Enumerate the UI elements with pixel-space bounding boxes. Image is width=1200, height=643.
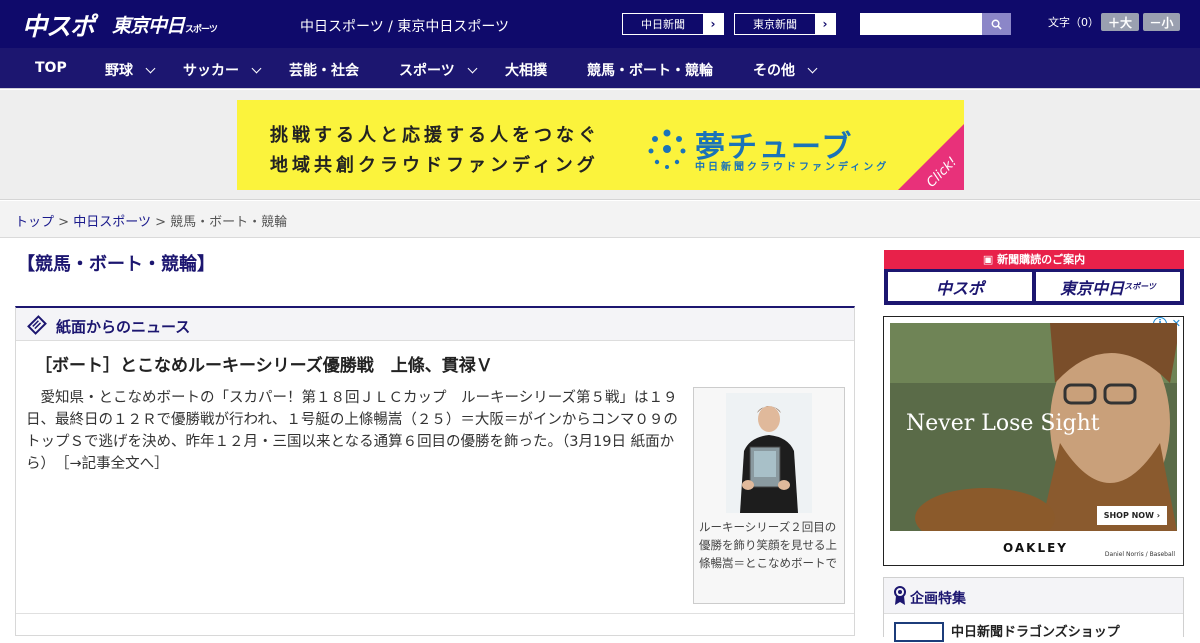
nav-item-label: 大相撲 [505,63,547,79]
nav-item-sports[interactable]: スポーツ [399,60,478,80]
breadcrumb-separator: > [58,215,70,230]
nav-item-label: 芸能・社会 [289,63,359,79]
nav-item-label: 野球 [105,63,133,79]
nav-item-racing[interactable]: 競馬・ボート・競輪 [587,60,713,80]
main-nav: TOP 野球 サッカー 芸能・社会 スポーツ 大相撲 競馬・ボート・競輪 その他 [0,48,1200,89]
site-title: 中日スポーツ / 東京中日スポーツ [300,19,510,35]
subscribe-tokyo-chunichi-button[interactable]: 東京中日 スポーツ [1036,272,1180,301]
news-section: 紙面からのニュース ［ボート］とこなめルーキーシリーズ優勝戦 上條、貫禄Ｖ 愛知… [15,306,855,636]
dots-logo-icon [648,129,686,169]
subscribe-tokyo-small: スポーツ [1124,282,1156,291]
chevron-down-icon [807,63,818,73]
tokyo-shimbun-link[interactable]: 東京新聞 › [734,13,836,35]
subscribe-tokyo-label: 東京中日 [1060,278,1125,298]
subscription-guide-title: 新聞購読のご案内 [997,253,1086,266]
nav-item-other[interactable]: その他 [753,60,818,80]
nav-item-entertainment[interactable]: 芸能・社会 [289,60,359,80]
subscription-guide-header: ▣ 新聞購読のご案内 [884,250,1184,269]
divider [16,613,854,614]
breadcrumb-current: 競馬・ボート・競輪 [170,215,288,230]
chevron-right-icon: › [703,14,723,34]
feature-item-link[interactable]: 中日新聞ドラゴンズショップ [951,621,1120,640]
chevron-down-icon [467,63,478,73]
banner-line1: 挑戦する人と応援する人をつなぐ [270,125,600,146]
breadcrumb-separator: > [155,215,166,230]
news-section-header: 紙面からのニュース [16,308,854,341]
ad-image: Never Lose Sight SHOP NOW › [890,323,1177,531]
ad-headline: Never Lose Sight [906,411,1100,436]
ad-brand-logo: OAKLEY [1003,541,1068,555]
article-title[interactable]: ［ボート］とこなめルーキーシリーズ優勝戦 上條、貫禄Ｖ [35,351,493,376]
chuspo-logo[interactable]: 中スポ [22,7,95,43]
read-more-link[interactable]: ［→記事全文へ］ [62,456,168,472]
nav-item-top[interactable]: TOP [35,60,67,76]
nav-item-label: 競馬・ボート・競輪 [587,63,713,79]
chevron-down-icon [251,63,262,73]
chevron-down-icon [145,63,156,73]
breadcrumb: トップ > 中日スポーツ > 競馬・ボート・競輪 [15,211,287,230]
feature-thumbnail[interactable] [894,622,944,642]
breadcrumb-home[interactable]: トップ [15,215,54,230]
nav-item-label: スポーツ [399,63,455,79]
category-title: 【競馬・ボート・競輪】 [17,254,215,275]
feature-section: 企画特集 中日新聞ドラゴンズショップ [883,577,1184,643]
font-size-label: 文字（0） [1048,16,1099,29]
chevron-right-icon: › [815,14,835,34]
search-input[interactable] [860,13,982,35]
article-summary: 愛知県・とこなめボートの「スカパー！第１８回ＪＬＣカップ ルーキーシリーズ第５戦… [26,387,686,475]
breadcrumb-section[interactable]: 中日スポーツ [73,215,151,230]
tokyo-shimbun-label: 東京新聞 [753,18,797,31]
award-icon [894,586,906,605]
ad-credit: Daniel Norris / Baseball [1104,551,1175,558]
racer-photo-illustration [726,393,812,513]
nav-item-baseball[interactable]: 野球 [105,60,156,80]
chunichi-shimbun-link[interactable]: 中日新聞 › [622,13,724,35]
sidebar-ad[interactable]: i ✕ Never Lose Sight SHOP NOW › OAKLEY D… [883,316,1184,566]
news-section-title: 紙面からのニュース [56,318,191,336]
newspaper-icon: ▣ [982,253,998,266]
feature-list: 中日新聞ドラゴンズショップ [884,613,1183,643]
subscription-guide: ▣ 新聞購読のご案内 中スポ 東京中日 スポーツ [884,250,1184,305]
breadcrumb-bar: トップ > 中日スポーツ > 競馬・ボート・競輪 [0,201,1200,238]
search-button[interactable] [982,13,1011,35]
ad-shop-now-button[interactable]: SHOP NOW › [1096,506,1167,525]
subscribe-chuspo-button[interactable]: 中スポ [888,272,1032,301]
article-photo[interactable] [726,393,812,513]
feature-section-title: 企画特集 [910,591,966,607]
yume-tube-banner-ad[interactable]: 挑戦する人と応援する人をつなぐ 地域共創クラウドファンディング 夢チューブ 中日… [237,100,964,190]
chunichi-shimbun-label: 中日新聞 [641,18,685,31]
nav-item-label: サッカー [183,63,239,79]
nav-item-label: その他 [753,63,795,79]
site-header: 中スポ 東京中日スポーツ 中日スポーツ / 東京中日スポーツ 中日新聞 › 東京… [0,0,1200,48]
nav-item-soccer[interactable]: サッカー [183,60,262,80]
font-size-increase-button[interactable]: ＋大 [1101,13,1139,31]
font-size-decrease-button[interactable]: －小 [1143,13,1180,31]
article-photo-box: ルーキーシリーズ２回目の優勝を飾り笑顔を見せる上條暢嵩＝とこなめボートで [693,387,845,604]
banner-line2: 地域共創クラウドファンディング [270,155,599,176]
banner-subtitle: 中日新聞クラウドファンディング [695,162,890,173]
nav-item-label: TOP [35,60,67,76]
photo-caption: ルーキーシリーズ２回目の優勝を飾り笑顔を見せる上條暢嵩＝とこなめボートで [699,520,837,570]
nav-item-sumo[interactable]: 大相撲 [505,60,547,80]
tokyo-logo-text: 東京中日 [112,15,185,37]
newspaper-icon [27,315,47,335]
search-icon [991,19,1002,30]
tokyo-logo-small: スポーツ [185,25,218,35]
tokyo-chunichi-logo[interactable]: 東京中日スポーツ [112,11,218,38]
